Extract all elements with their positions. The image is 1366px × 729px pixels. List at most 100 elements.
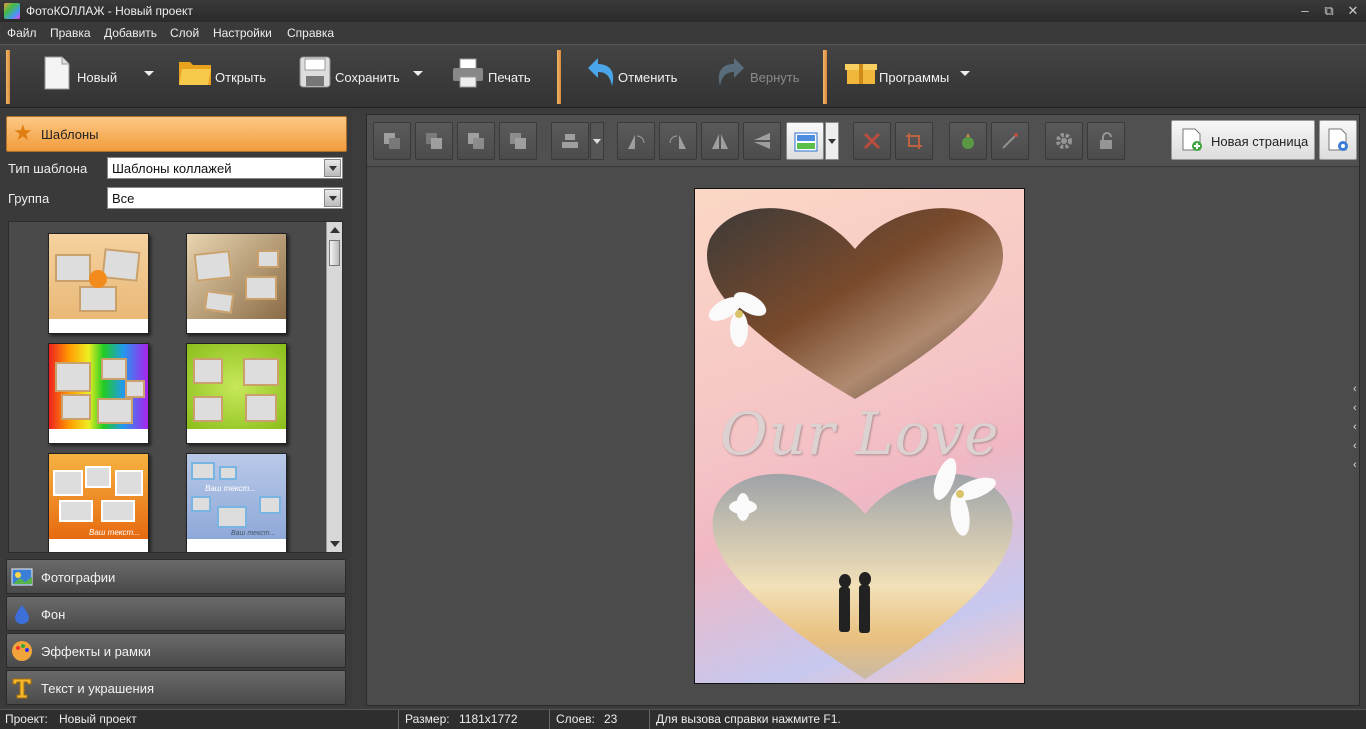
- save-icon: [299, 56, 331, 88]
- rotate-right-button[interactable]: [659, 122, 697, 160]
- magic-wand-icon: [1002, 133, 1018, 149]
- status-layers-value: 23: [604, 712, 618, 726]
- section-photos-label: Фотографии: [41, 570, 116, 585]
- menu-layer[interactable]: Слой: [170, 26, 199, 40]
- scroll-down-icon[interactable]: [330, 541, 340, 547]
- thumb-caption: Ваш текст...: [205, 484, 256, 493]
- palette-icon: [12, 641, 32, 661]
- layers-backward-icon: [468, 133, 484, 149]
- chevron-down-icon: [593, 139, 601, 144]
- chevron-down-icon[interactable]: [324, 159, 341, 177]
- new-page-label: Новая страница: [1211, 134, 1309, 149]
- crop-icon: [906, 133, 922, 149]
- close-button[interactable]: ✕: [1342, 2, 1364, 20]
- status-layers-label: Слоев:: [556, 712, 595, 726]
- gear-icon: [1056, 133, 1072, 149]
- layers-forward-icon: [426, 133, 442, 149]
- programs-label: Программы: [879, 70, 950, 85]
- programs-dropdown-arrow[interactable]: [960, 71, 970, 76]
- template-thumbnail[interactable]: Ваш текст...: [48, 453, 149, 552]
- canvas-title-text[interactable]: Our Love: [720, 400, 1000, 468]
- section-effects[interactable]: Эффекты и рамки: [6, 633, 346, 668]
- flip-horizontal-button[interactable]: [701, 122, 739, 160]
- template-thumbnail[interactable]: [48, 233, 149, 334]
- settings-button[interactable]: [1045, 122, 1083, 160]
- menu-edit[interactable]: Правка: [50, 26, 91, 40]
- menu-help[interactable]: Справка: [287, 26, 334, 40]
- template-type-select[interactable]: Шаблоны коллажей: [107, 157, 343, 179]
- star-icon: ★: [13, 120, 33, 145]
- scroll-thumb[interactable]: [329, 240, 340, 266]
- status-project-value: Новый проект: [59, 712, 137, 726]
- new-label: Новый: [77, 70, 118, 85]
- minimize-button[interactable]: –: [1294, 2, 1316, 20]
- gift-box-icon: [845, 64, 877, 84]
- bring-to-front-button[interactable]: [373, 122, 411, 160]
- redo-label: Вернуть: [750, 70, 800, 85]
- new-page-button[interactable]: Новая страница: [1171, 120, 1315, 160]
- template-thumbnail[interactable]: Ваш текст... Ваш текст...: [186, 453, 287, 552]
- thumb-caption: Ваш текст...: [231, 530, 276, 537]
- effects-button[interactable]: [949, 122, 987, 160]
- template-thumbnail[interactable]: [186, 343, 287, 444]
- flip-vertical-button[interactable]: [743, 122, 781, 160]
- chevron-down-icon[interactable]: [324, 189, 341, 207]
- collapse-arrow-icon[interactable]: ‹: [1353, 440, 1357, 452]
- send-backward-button[interactable]: [457, 122, 495, 160]
- menu-add[interactable]: Добавить: [104, 26, 157, 40]
- template-thumbnail[interactable]: [186, 233, 287, 334]
- template-type-value: Шаблоны коллажей: [112, 161, 232, 176]
- status-size-label: Размер:: [405, 712, 450, 726]
- title-bar: [0, 0, 1366, 22]
- toolbar-separator: [6, 50, 10, 104]
- align-button[interactable]: [551, 122, 589, 160]
- gallery-scrollbar[interactable]: [326, 222, 342, 552]
- status-hint: Для вызова справки нажмите F1.: [656, 712, 841, 726]
- collapse-arrow-icon[interactable]: ‹: [1353, 459, 1357, 471]
- app-icon: [4, 3, 20, 19]
- status-separator: [649, 710, 650, 729]
- align-icon: [562, 134, 578, 148]
- fit-layout-dropdown[interactable]: [825, 122, 839, 160]
- template-gallery: Ваш текст... Ваш текст... Ваш текст...: [8, 221, 343, 553]
- bring-forward-button[interactable]: [415, 122, 453, 160]
- section-photos[interactable]: Фотографии: [6, 559, 346, 594]
- page-settings-button[interactable]: [1319, 120, 1357, 160]
- menu-file[interactable]: Файл: [7, 26, 37, 40]
- group-select[interactable]: Все: [107, 187, 343, 209]
- magic-wand-button[interactable]: [991, 122, 1029, 160]
- flip-horizontal-icon: [712, 134, 728, 149]
- scroll-up-icon[interactable]: [330, 227, 340, 233]
- collapse-arrow-icon[interactable]: ‹: [1353, 383, 1357, 395]
- section-background[interactable]: Фон: [6, 596, 346, 631]
- flip-vertical-icon: [754, 133, 770, 149]
- unlock-icon: [1100, 132, 1112, 149]
- menu-settings[interactable]: Настройки: [213, 26, 272, 40]
- undo-arrow-icon: [588, 58, 614, 86]
- delete-button[interactable]: [853, 122, 891, 160]
- layers-back-icon: [510, 133, 526, 149]
- collapse-arrow-icon[interactable]: ‹: [1353, 402, 1357, 414]
- align-dropdown[interactable]: [590, 122, 604, 160]
- restore-button[interactable]: ⧉: [1318, 2, 1340, 20]
- undo-label: Отменить: [618, 70, 678, 85]
- crop-button[interactable]: [895, 122, 933, 160]
- new-dropdown-arrow[interactable]: [144, 71, 154, 76]
- section-text[interactable]: Текст и украшения: [6, 670, 346, 705]
- photo-icon: [11, 568, 33, 586]
- rotate-left-button[interactable]: [617, 122, 655, 160]
- group-value: Все: [112, 191, 135, 206]
- lock-button[interactable]: [1087, 122, 1125, 160]
- status-separator: [549, 710, 550, 729]
- templates-header[interactable]: ★ Шаблоны: [6, 116, 347, 152]
- delete-x-icon: [863, 132, 881, 150]
- template-thumbnail[interactable]: [48, 343, 149, 444]
- layers-front-icon: [384, 133, 400, 149]
- status-project-label: Проект:: [5, 712, 48, 726]
- status-separator: [398, 710, 399, 729]
- fit-layout-button[interactable]: [786, 122, 824, 160]
- status-size-value: 1181x1772: [459, 712, 518, 726]
- collapse-arrow-icon[interactable]: ‹: [1353, 421, 1357, 433]
- send-to-back-button[interactable]: [499, 122, 537, 160]
- save-dropdown-arrow[interactable]: [413, 71, 423, 76]
